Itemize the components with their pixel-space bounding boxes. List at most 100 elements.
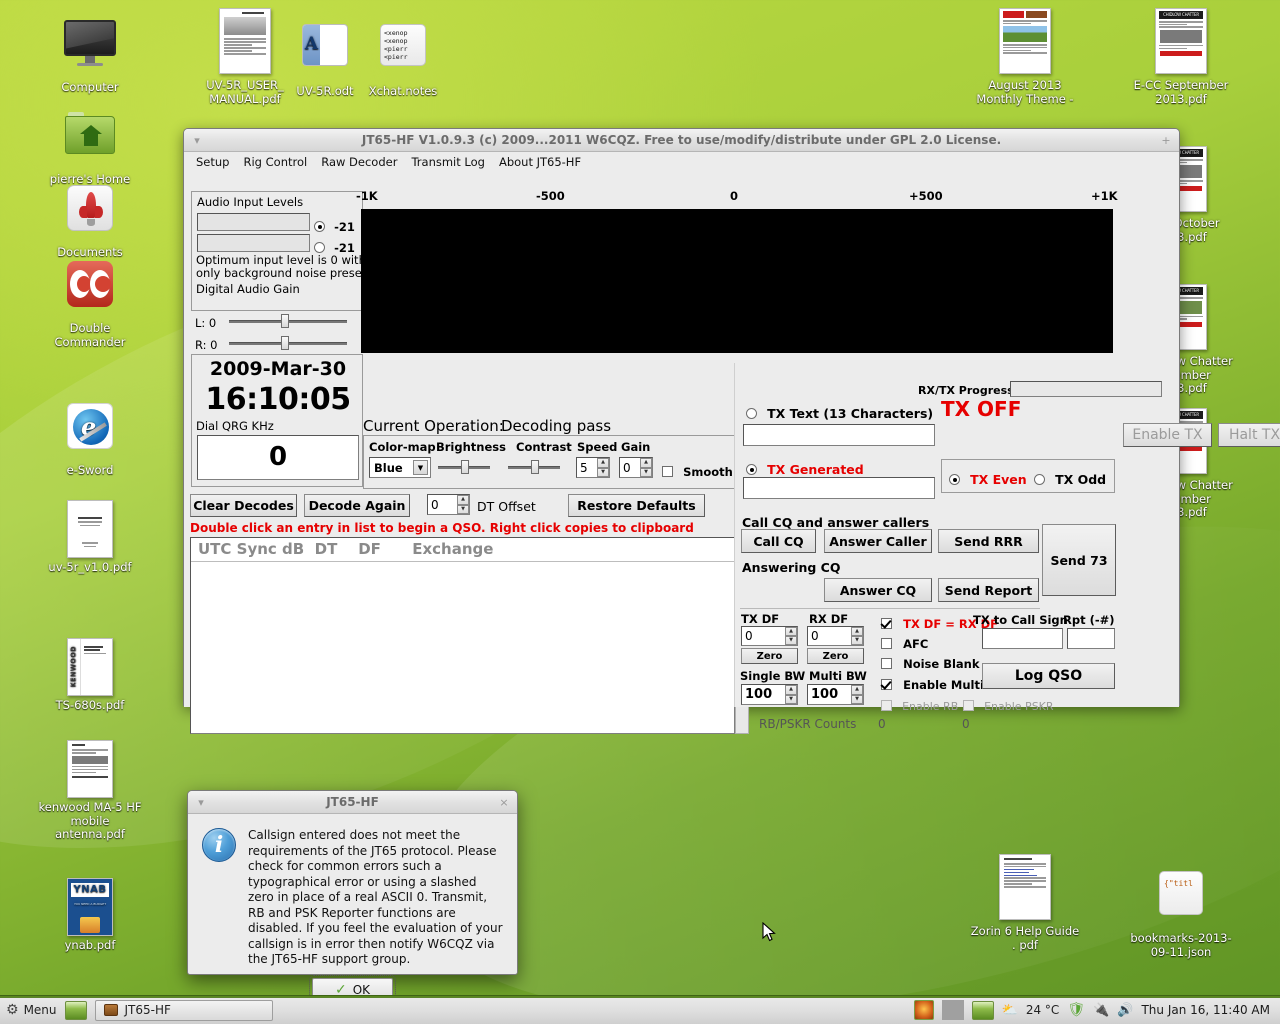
menu-raw-decoder[interactable]: Raw Decoder (314, 154, 404, 170)
dialog-titlebar[interactable]: ▾ JT65-HF × (188, 791, 517, 814)
desktop-icon-ecc-september-2013[interactable]: CHIDLOW CHATTER E-CC September 2013.pdf (1126, 8, 1236, 106)
enable-tx-button[interactable]: Enable TX (1123, 423, 1212, 447)
slider-thumb[interactable] (281, 336, 289, 350)
stepper-up-icon[interactable]: ▲ (457, 495, 469, 505)
afc-row[interactable]: AFC (881, 633, 928, 652)
speed-stepper[interactable]: 5 ▲ ▼ (576, 457, 610, 478)
dial-qrg-field[interactable]: 0 (197, 435, 359, 480)
send-73-button[interactable]: Send 73 (1042, 524, 1116, 596)
gain-left-slider[interactable] (229, 314, 347, 328)
multi-bw-stepper[interactable]: 100 ▲ ▼ (807, 684, 864, 705)
tx-text-radio-row[interactable]: TX Text (13 Characters) (746, 403, 933, 422)
brightness-slider[interactable] (438, 460, 490, 474)
tx-even-radio[interactable] (949, 474, 960, 485)
tx-text-input[interactable] (743, 424, 935, 446)
start-menu-button[interactable]: ⚙ Menu (0, 996, 65, 1024)
volume-icon[interactable]: 🔊 (1117, 1003, 1133, 1018)
desktop-icon-double-commander[interactable]: Double Commander (35, 258, 145, 349)
send-report-button[interactable]: Send Report (938, 578, 1039, 602)
desktop-icon-zorin-help-guide[interactable]: Zorin 6 Help Guide . pdf (970, 854, 1080, 952)
decode-list[interactable]: UTC Sync dB DT DF Exchange (190, 537, 735, 734)
stepper-down-icon[interactable]: ▼ (851, 694, 863, 704)
slider-thumb[interactable] (281, 314, 289, 328)
rpt-input[interactable] (1067, 628, 1115, 649)
taskbar-window-jt65hf[interactable]: JT65-HF (94, 999, 273, 1021)
slider-thumb[interactable] (461, 460, 469, 474)
dt-offset-stepper-buttons[interactable]: ▲ ▼ (457, 495, 469, 514)
halt-tx-button[interactable]: Halt TX (1218, 423, 1280, 447)
stepper-down-icon[interactable]: ▼ (597, 467, 609, 477)
chevron-down-icon[interactable]: ▼ (413, 460, 428, 475)
tx-df-stepper[interactable]: 0 ▲ ▼ (741, 626, 798, 646)
stepper-down-icon[interactable]: ▼ (851, 636, 863, 645)
desktop-icon-ynab-pdf[interactable]: YNAB YOU NEED A BUDGET PDF EDITION ynab.… (35, 878, 145, 953)
waterfall-display[interactable] (361, 209, 1113, 353)
answer-cq-button[interactable]: Answer CQ (824, 578, 932, 602)
display-gain-stepper[interactable]: 0 ▲ ▼ (619, 457, 653, 478)
menu-setup[interactable]: Setup (189, 154, 236, 170)
stepper-up-icon[interactable]: ▲ (851, 627, 863, 636)
stepper-up-icon[interactable]: ▲ (785, 627, 797, 636)
tx-even-row[interactable]: TX Even (949, 469, 1027, 488)
rx-df-stepper[interactable]: 0 ▲ ▼ (807, 626, 864, 646)
speed-stepper-buttons[interactable]: ▲ ▼ (597, 458, 609, 477)
tx-odd-radio[interactable] (1034, 474, 1045, 485)
dialog-menu-icon[interactable]: ▾ (188, 796, 214, 809)
stepper-down-icon[interactable]: ▼ (640, 467, 652, 477)
decode-again-button[interactable]: Decode Again (304, 494, 410, 517)
noise-blank-checkbox[interactable] (881, 658, 892, 669)
single-bw-stepper[interactable]: 100 ▲ ▼ (741, 684, 798, 705)
log-qso-button[interactable]: Log QSO (982, 663, 1115, 689)
tray-desktop-icon[interactable] (971, 1000, 994, 1020)
desktop-icon-pierres-home[interactable]: pierre's Home (35, 106, 145, 187)
colormap-select[interactable]: Blue ▼ (369, 457, 431, 478)
answer-caller-button[interactable]: Answer Caller (824, 529, 932, 553)
desktop-icon-xchat-notes[interactable]: <xenop <xenop <pierr <pierr Xchat.notes (348, 18, 458, 99)
rx-df-stepper-buttons[interactable]: ▲ ▼ (851, 627, 863, 645)
desktop-icon-ts-680s-pdf[interactable]: KENWOOD TS-680s.pdf (35, 638, 145, 713)
plug-icon[interactable]: 🔌 (1093, 1003, 1109, 1018)
smooth-checkbox-row[interactable]: Smooth (662, 461, 733, 480)
tx-df-eq-rx-df-checkbox[interactable] (881, 618, 892, 629)
shield-icon[interactable]: 🛡 (1067, 1002, 1085, 1018)
stepper-up-icon[interactable]: ▲ (640, 458, 652, 468)
stepper-up-icon[interactable]: ▲ (597, 458, 609, 468)
tray-app-icon[interactable] (913, 1000, 934, 1020)
tx-to-call-sign-input[interactable] (982, 628, 1063, 649)
audio-level-left-radio[interactable] (314, 221, 325, 232)
gain-right-slider[interactable] (229, 336, 347, 350)
menu-about[interactable]: About JT65-HF (492, 154, 588, 170)
clear-decodes-button[interactable]: Clear Decodes (190, 494, 297, 517)
stepper-down-icon[interactable]: ▼ (785, 636, 797, 645)
tx-df-zero-button[interactable]: Zero (741, 648, 798, 664)
multi-bw-stepper-buttons[interactable]: ▲ ▼ (851, 685, 863, 704)
stepper-up-icon[interactable]: ▲ (785, 685, 797, 695)
desktop-icon-e-sword[interactable]: e e-Sword (35, 400, 145, 478)
menu-transmit-log[interactable]: Transmit Log (404, 154, 492, 170)
desktop-icon-august-2013-theme[interactable]: August 2013 Monthly Theme - (970, 8, 1080, 106)
rx-df-zero-button[interactable]: Zero (807, 648, 864, 664)
single-bw-stepper-buttons[interactable]: ▲ ▼ (785, 685, 797, 704)
enable-multi-row[interactable]: Enable Multi (881, 674, 984, 693)
stepper-down-icon[interactable]: ▼ (457, 504, 469, 514)
restore-defaults-button[interactable]: Restore Defaults (568, 494, 705, 517)
noise-blank-row[interactable]: Noise Blank (881, 653, 980, 672)
stepper-up-icon[interactable]: ▲ (851, 685, 863, 695)
gain-stepper-buttons[interactable]: ▲ ▼ (640, 458, 652, 477)
window-titlebar[interactable]: ▾ JT65-HF V1.0.9.3 (c) 2009...2011 W6CQZ… (184, 129, 1179, 152)
tx-text-radio[interactable] (746, 408, 757, 419)
call-cq-button[interactable]: Call CQ (741, 529, 816, 553)
tx-df-stepper-buttons[interactable]: ▲ ▼ (785, 627, 797, 645)
window-menu-icon[interactable]: ▾ (184, 134, 210, 147)
desktop-icon-documents[interactable]: Documents (35, 182, 145, 260)
dt-offset-stepper[interactable]: 0 ▲ ▼ (427, 494, 470, 515)
audio-level-right-radio[interactable] (314, 242, 325, 253)
slider-thumb[interactable] (531, 460, 539, 474)
contrast-slider[interactable] (508, 460, 560, 474)
stepper-down-icon[interactable]: ▼ (785, 694, 797, 704)
tx-generated-input[interactable] (743, 477, 935, 499)
enable-multi-checkbox[interactable] (881, 679, 892, 690)
desktop-icon-computer[interactable]: Computer (35, 18, 145, 95)
tx-odd-row[interactable]: TX Odd (1034, 469, 1106, 488)
desktop-icon-bookmarks-json[interactable]: {"titl bookmarks-2013- 09-11.json (1126, 866, 1236, 959)
